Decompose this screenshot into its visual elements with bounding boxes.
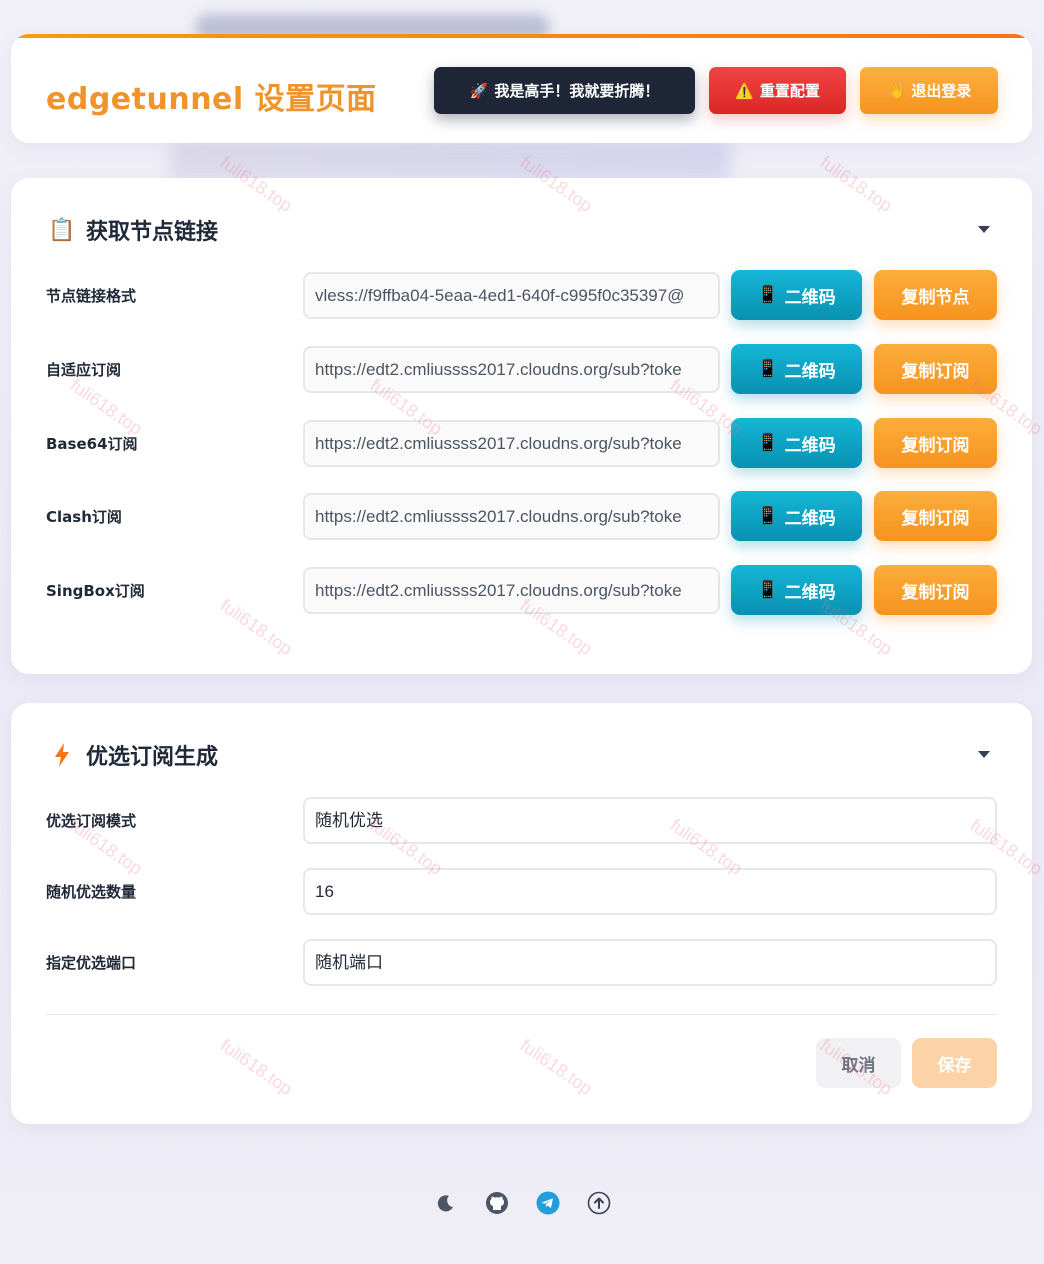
moon-icon[interactable] <box>433 1190 459 1216</box>
header-card: edgetunnel 设置页面 🚀 我是高手！我就要折腾！ ⚠️ 重置配置 👋 … <box>11 34 1032 143</box>
github-icon[interactable] <box>484 1190 510 1216</box>
qr-label: 二维码 <box>784 582 836 603</box>
node-links-card: 📋 获取节点链接 节点链接格式 vless://f9ffba04-5eaa-4e… <box>11 178 1032 674</box>
clash-row: Clash订阅 https://edt2.cmliussss2017.cloud… <box>46 491 997 541</box>
reset-config-label: 重置配置 <box>759 82 820 100</box>
adaptive-row: 自适应订阅 https://edt2.cmliussss2017.cloudns… <box>46 344 997 394</box>
mode-select[interactable]: 随机优选 <box>303 797 997 844</box>
logout-label: 退出登录 <box>911 82 972 100</box>
singbox-row: SingBox订阅 https://edt2.cmliussss2017.clo… <box>46 565 997 615</box>
qr-label: 二维码 <box>784 435 836 456</box>
count-row: 随机优选数量 16 <box>46 866 997 916</box>
qr-code-button[interactable]: 📱 二维码 <box>731 418 862 468</box>
copy-sub-button[interactable]: 复制订阅 <box>874 565 997 615</box>
singbox-sub-field[interactable]: https://edt2.cmliussss2017.cloudns.org/s… <box>303 567 720 614</box>
qr-code-button[interactable]: 📱 二维码 <box>731 344 862 394</box>
port-label: 指定优选端口 <box>46 954 137 972</box>
preferred-sub-heading[interactable]: 优选订阅生成 <box>48 739 218 771</box>
count-input[interactable]: 16 <box>303 868 997 915</box>
qr-icon: 📱 <box>757 285 779 305</box>
copy-sub-button[interactable]: 复制订阅 <box>874 344 997 394</box>
logout-button[interactable]: 👋 退出登录 <box>860 67 998 114</box>
telegram-icon[interactable] <box>535 1190 561 1216</box>
clipboard-icon: 📋 <box>48 217 76 243</box>
node-links-title: 获取节点链接 <box>86 220 219 245</box>
qr-icon: 📱 <box>757 506 779 526</box>
cancel-button[interactable]: 取消 <box>816 1038 901 1088</box>
copy-sub-button[interactable]: 复制订阅 <box>874 491 997 541</box>
lightning-icon <box>48 743 76 767</box>
node-row: 节点链接格式 vless://f9ffba04-5eaa-4ed1-640f-c… <box>46 270 997 320</box>
port-select[interactable]: 随机端口 <box>303 939 997 986</box>
qr-label: 二维码 <box>784 287 836 308</box>
upload-icon[interactable] <box>586 1190 612 1216</box>
qr-icon: 📱 <box>757 580 779 600</box>
expert-mode-label: 我是高手！我就要折腾！ <box>494 82 660 100</box>
chevron-down-icon[interactable] <box>978 226 990 233</box>
singbox-row-label: SingBox订阅 <box>46 582 145 600</box>
base64-row: Base64订阅 https://edt2.cmliussss2017.clou… <box>46 418 997 468</box>
base64-sub-field[interactable]: https://edt2.cmliussss2017.cloudns.org/s… <box>303 420 720 467</box>
wave-hand-icon: 👋 <box>886 81 906 100</box>
page-title: edgetunnel 设置页面 <box>46 82 377 117</box>
reset-config-button[interactable]: ⚠️ 重置配置 <box>709 67 846 114</box>
divider <box>46 1014 997 1015</box>
qr-code-button[interactable]: 📱 二维码 <box>731 565 862 615</box>
chevron-down-icon[interactable] <box>978 751 990 758</box>
qr-label: 二维码 <box>784 508 836 529</box>
copy-node-button[interactable]: 复制节点 <box>874 270 997 320</box>
node-row-label: 节点链接格式 <box>46 287 137 305</box>
warning-icon: ⚠️ <box>735 81 754 100</box>
mode-row: 优选订阅模式 随机优选 <box>46 795 997 845</box>
qr-code-button[interactable]: 📱 二维码 <box>731 270 862 320</box>
node-link-field[interactable]: vless://f9ffba04-5eaa-4ed1-640f-c995f0c3… <box>303 272 720 319</box>
qr-label: 二维码 <box>784 361 836 382</box>
adaptive-row-label: 自适应订阅 <box>46 361 122 379</box>
clash-row-label: Clash订阅 <box>46 508 122 526</box>
copy-sub-button[interactable]: 复制订阅 <box>874 418 997 468</box>
qr-code-button[interactable]: 📱 二维码 <box>731 491 862 541</box>
mode-label: 优选订阅模式 <box>46 812 137 830</box>
clash-sub-field[interactable]: https://edt2.cmliussss2017.cloudns.org/s… <box>303 493 720 540</box>
rocket-icon: 🚀 <box>469 81 489 100</box>
base64-row-label: Base64订阅 <box>46 435 138 453</box>
footer <box>0 1190 1044 1218</box>
port-row: 指定优选端口 随机端口 <box>46 937 997 987</box>
preferred-sub-card: 优选订阅生成 优选订阅模式 随机优选 随机优选数量 16 指定优选端口 随机端口… <box>11 703 1032 1124</box>
count-label: 随机优选数量 <box>46 883 137 901</box>
node-links-heading[interactable]: 📋 获取节点链接 <box>48 214 218 246</box>
qr-icon: 📱 <box>757 359 779 379</box>
qr-icon: 📱 <box>757 433 779 453</box>
save-button[interactable]: 保存 <box>912 1038 997 1088</box>
expert-mode-button[interactable]: 🚀 我是高手！我就要折腾！ <box>434 67 695 114</box>
preferred-sub-title: 优选订阅生成 <box>86 745 219 770</box>
blurred-band <box>170 140 730 180</box>
adaptive-sub-field[interactable]: https://edt2.cmliussss2017.cloudns.org/s… <box>303 346 720 393</box>
